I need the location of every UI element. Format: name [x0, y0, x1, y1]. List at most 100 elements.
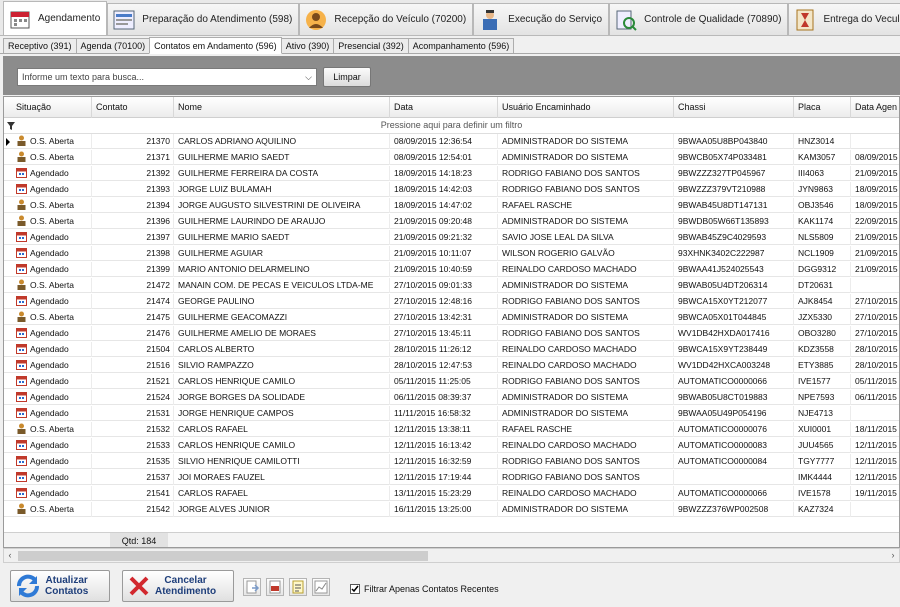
table-row[interactable]: O.S. Aberta 21394 JORGE AUGUSTO SILVESTRIN… — [4, 198, 899, 213]
filter-recent-label: Filtrar Apenas Contatos Recentes — [364, 584, 499, 594]
table-row[interactable]: Agendado 21531 JORGE HENRIQUE CAMPOS 11/11/… — [4, 406, 899, 421]
table-cell: 12/11/2015 — [851, 454, 899, 469]
table-row[interactable]: Agendado 21541 CARLOS RAFAEL 13/11/2015 15:… — [4, 486, 899, 501]
table-row[interactable]: O.S. Aberta 21371 GUILHERME MARIO SAEDT 08/… — [4, 150, 899, 165]
table-row[interactable]: Agendado 21524 JORGE BORGES DA SOLIDADE 06/… — [4, 390, 899, 405]
tab-entrega[interactable]: Entrega do Veculo (70890) — [788, 3, 900, 35]
cancel-label-2: Atendimento — [155, 586, 217, 597]
table-row[interactable]: Agendado 21476 GUILHERME AMELIO DE MORAES 2… — [4, 326, 899, 341]
table-cell: CARLOS RAFAEL — [174, 486, 390, 501]
refresh-label-1: Atualizar — [45, 575, 88, 586]
filter-row[interactable]: Pressione aqui para definir um filtro — [4, 118, 899, 134]
table-cell: 9BWCB05X74P033481 — [674, 150, 794, 165]
table-cell: RODRIGO FABIANO DOS SANTOS — [498, 326, 674, 341]
table-cell: RODRIGO FABIANO DOS SANTOS — [498, 182, 674, 197]
chart-button[interactable] — [312, 578, 330, 596]
scroll-right-icon[interactable]: › — [887, 549, 899, 562]
table-cell: KAK1174 — [794, 214, 851, 229]
table-row[interactable]: Agendado 21516 SILVIO RAMPAZZO 28/10/2015 1… — [4, 358, 899, 373]
tab-label: Entrega do Veculo (70890) — [823, 14, 900, 25]
person-icon — [17, 135, 26, 146]
person-icon — [17, 311, 26, 322]
table-row[interactable]: Agendado 21392 GUILHERME FERREIRA DA COSTA… — [4, 166, 899, 181]
tab-agenda[interactable]: Agenda (70100) — [75, 38, 151, 53]
refresh-contacts-button[interactable]: Atualizar Contatos — [10, 570, 110, 602]
table-cell: 21535 — [92, 454, 174, 469]
table-cell: TGY7777 — [794, 454, 851, 469]
horizontal-scrollbar[interactable]: ‹ › — [3, 548, 900, 563]
tab-acompanhamento[interactable]: Acompanhamento (596) — [407, 38, 515, 53]
clear-button[interactable]: Limpar — [323, 67, 371, 87]
search-input[interactable]: Informe um texto para busca... ⌵ — [17, 68, 317, 86]
scroll-left-icon[interactable]: ‹ — [4, 549, 16, 562]
table-row[interactable]: O.S. Aberta 21472 MANAIN COM. DE PECAS E V… — [4, 278, 899, 293]
export-button[interactable] — [243, 578, 261, 596]
check-icon — [351, 585, 359, 593]
tab-presencial[interactable]: Presencial (392) — [333, 38, 409, 53]
schedule-icon — [16, 440, 27, 450]
export-icon — [246, 580, 260, 594]
table-row[interactable]: Agendado 21399 MARIO ANTONIO DELARMELINO 21… — [4, 262, 899, 277]
table-cell: Agendado — [12, 230, 92, 245]
table-row[interactable]: Agendado 21537 JOI MORAES FAUZEL 12/11/2015… — [4, 470, 899, 485]
table-row[interactable]: Agendado 21535 SILVIO HENRIQUE CAMILOTTI 12… — [4, 454, 899, 469]
column-header[interactable]: Data — [390, 97, 498, 118]
table-cell: 21533 — [92, 438, 174, 453]
column-header[interactable]: Situação — [12, 97, 92, 118]
tab-agendamento[interactable]: Agendamento — [3, 1, 108, 35]
status-text: O.S. Aberta — [30, 216, 74, 226]
table-cell: WILSON ROGERIO GALVÃO — [498, 246, 674, 261]
tab-receptivo[interactable]: Receptivo (391) — [3, 38, 77, 53]
table-cell: ADMINISTRADOR DO SISTEMA — [498, 406, 674, 421]
report-icon — [292, 580, 304, 594]
table-cell: CARLOS ALBERTO — [174, 342, 390, 357]
tab-controle-qualidade[interactable]: Controle de Qualidade (70890) — [609, 3, 789, 35]
report-button[interactable] — [289, 578, 307, 596]
column-header[interactable]: Chassi — [674, 97, 794, 118]
table-row[interactable]: O.S. Aberta 21532 CARLOS RAFAEL 12/11/2015 … — [4, 422, 899, 437]
table-row[interactable]: Agendado 21397 GUILHERME MARIO SAEDT 21/09/… — [4, 230, 899, 245]
table-row[interactable]: O.S. Aberta 21475 GUILHERME GEACOMAZZI 27/1… — [4, 310, 899, 325]
table-cell: III4063 — [794, 166, 851, 181]
scroll-thumb[interactable] — [18, 551, 428, 561]
tab-contatos-andamento[interactable]: Contatos em Andamento (596) — [149, 37, 282, 54]
table-row[interactable]: O.S. Aberta 21370 CARLOS ADRIANO AQUILINO 0… — [4, 134, 899, 149]
table-cell: 21541 — [92, 486, 174, 501]
table-cell: Agendado — [12, 246, 92, 261]
table-row[interactable]: Agendado 21474 GEORGE PAULINO 27/10/2015 12… — [4, 294, 899, 309]
table-cell: IVE1577 — [794, 374, 851, 389]
column-header[interactable]: Data Agen — [851, 97, 899, 118]
table-cell: 21516 — [92, 358, 174, 373]
table-row[interactable]: O.S. Aberta 21542 JORGE ALVES JUNIOR 16/11/… — [4, 502, 899, 517]
chevron-down-icon[interactable]: ⌵ — [305, 69, 312, 85]
tab-recepcao[interactable]: Recepção do Veículo (70200) — [299, 3, 474, 35]
table-cell: GUILHERME MARIO SAEDT — [174, 230, 390, 245]
tab-label: Execução do Serviço — [508, 14, 603, 25]
table-cell: AUTOMATICO0000066 — [674, 486, 794, 501]
status-text: Agendado — [30, 440, 69, 450]
table-row[interactable]: Agendado 21504 CARLOS ALBERTO 28/10/2015 11… — [4, 342, 899, 357]
column-header[interactable]: Placa — [794, 97, 851, 118]
table-row[interactable]: Agendado 21521 CARLOS HENRIQUE CAMILO 05/11… — [4, 374, 899, 389]
table-cell: XUI0001 — [794, 422, 851, 437]
schedule-icon — [16, 328, 27, 338]
filter-recent-checkbox[interactable] — [350, 584, 360, 594]
pdf-button[interactable] — [266, 578, 284, 596]
table-cell: 9BWZZZ379VT210988 — [674, 182, 794, 197]
table-cell: 27/10/2015 09:01:33 — [390, 278, 498, 293]
tab-preparacao[interactable]: Preparação do Atendimento (598) — [107, 3, 300, 35]
tab-ativo[interactable]: Ativo (390) — [280, 38, 335, 53]
table-cell: REINALDO CARDOSO MACHADO — [498, 438, 674, 453]
grid-footer: Qtd: 184 — [4, 532, 899, 547]
cancel-service-button[interactable]: Cancelar Atendimento — [122, 570, 234, 602]
tab-execucao[interactable]: Execução do Serviço — [473, 3, 610, 35]
column-header[interactable]: Usuário Encaminhado — [498, 97, 674, 118]
column-header[interactable]: Nome — [174, 97, 390, 118]
column-header[interactable]: Contato — [92, 97, 174, 118]
table-cell: 28/10/2015 — [851, 342, 899, 357]
table-row[interactable]: Agendado 21533 CARLOS HENRIQUE CAMILO 12/11… — [4, 438, 899, 453]
table-cell: JORGE LUIZ BULAMAH — [174, 182, 390, 197]
table-row[interactable]: O.S. Aberta 21396 GUILHERME LAURINDO DE AR… — [4, 214, 899, 229]
table-row[interactable]: Agendado 21393 JORGE LUIZ BULAMAH 18/09/201… — [4, 182, 899, 197]
table-row[interactable]: Agendado 21398 GUILHERME AGUIAR 21/09/2015 … — [4, 246, 899, 261]
